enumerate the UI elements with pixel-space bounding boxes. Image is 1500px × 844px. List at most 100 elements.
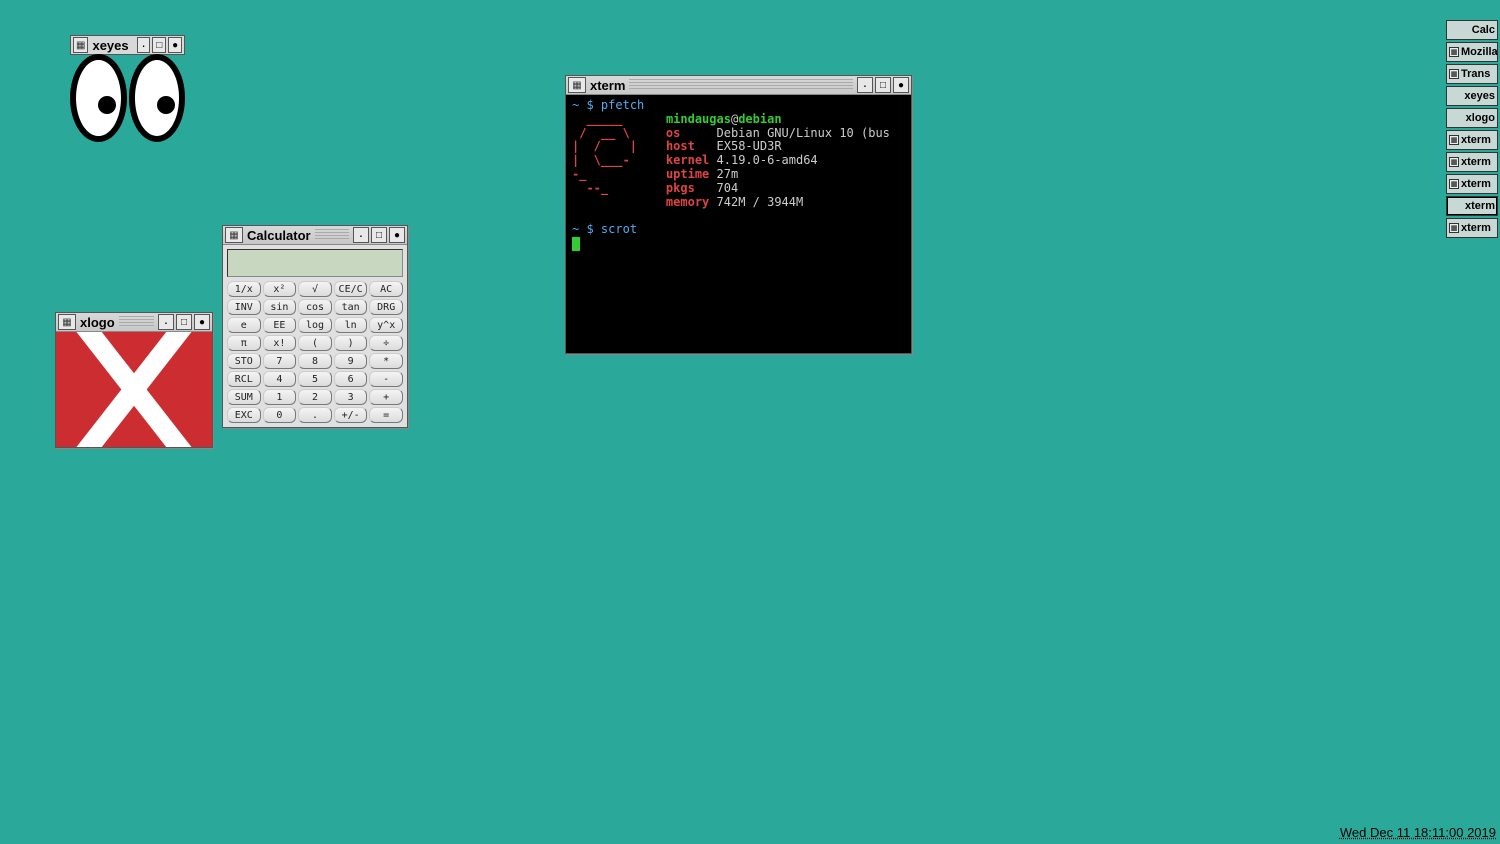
task-item[interactable]: xterm: [1446, 130, 1498, 150]
calc-button[interactable]: RCL: [227, 371, 261, 387]
calc-button[interactable]: x!: [263, 335, 297, 351]
calc-button[interactable]: EE: [263, 317, 297, 333]
titlebar-xterm[interactable]: xterm: [566, 76, 911, 95]
calc-button[interactable]: cos: [298, 299, 332, 315]
x-logo-icon: [56, 332, 212, 447]
task-label: xterm: [1449, 200, 1495, 212]
close-button[interactable]: [389, 227, 405, 243]
calc-button[interactable]: 3: [334, 389, 368, 405]
task-item[interactable]: xterm: [1446, 174, 1498, 194]
calc-button[interactable]: 6: [334, 371, 368, 387]
calc-button[interactable]: AC: [369, 281, 403, 297]
calc-button[interactable]: π: [227, 335, 261, 351]
calc-button[interactable]: 2: [298, 389, 332, 405]
calc-button[interactable]: log: [298, 317, 332, 333]
titlebar-xlogo[interactable]: xlogo: [56, 313, 212, 332]
calc-button[interactable]: 5: [298, 371, 332, 387]
window-xterm[interactable]: xterm ~ $ pfetch _____ mindaugas@debian …: [565, 75, 912, 354]
window-calculator[interactable]: Calculator 1/xx²√CE/CACINVsincostanDRGeE…: [222, 225, 408, 428]
calc-button[interactable]: e: [227, 317, 261, 333]
calc-button[interactable]: -: [369, 371, 403, 387]
maximize-button[interactable]: [875, 77, 891, 93]
calc-button[interactable]: tan: [334, 299, 368, 315]
task-icon: [1449, 157, 1459, 167]
task-icon: [1449, 179, 1459, 189]
minimize-button[interactable]: [158, 314, 174, 330]
calc-button[interactable]: 8: [298, 353, 332, 369]
calc-button[interactable]: =: [369, 407, 403, 423]
task-item[interactable]: Trans: [1446, 64, 1498, 84]
task-item[interactable]: xterm: [1446, 152, 1498, 172]
calc-button[interactable]: 9: [334, 353, 368, 369]
task-label: xterm: [1461, 222, 1495, 234]
calc-button[interactable]: CE/C: [334, 281, 368, 297]
pfetch-pkgs: 704: [717, 181, 739, 195]
calc-button[interactable]: (: [298, 335, 332, 351]
calc-button[interactable]: 0: [263, 407, 297, 423]
calc-button[interactable]: +/-: [334, 407, 368, 423]
pfetch-uptime-label: uptime: [666, 167, 709, 181]
task-item[interactable]: xlogo: [1446, 108, 1498, 128]
close-button[interactable]: [893, 77, 909, 93]
window-xlogo[interactable]: xlogo: [55, 312, 213, 448]
task-item[interactable]: Mozilla: [1446, 42, 1498, 62]
titlebar-xeyes[interactable]: xeyes: [70, 35, 185, 55]
calc-button[interactable]: x²: [263, 281, 297, 297]
calc-button[interactable]: ln: [334, 317, 368, 333]
calculator-body: 1/xx²√CE/CAC INVsincostanDRG eEEloglny^x πx…: [223, 245, 407, 427]
calc-button[interactable]: ): [334, 335, 368, 351]
cmd-pfetch: pfetch: [601, 98, 644, 112]
minimize-button[interactable]: [353, 227, 369, 243]
pfetch-memory: 742M / 3944M: [717, 195, 804, 209]
sysmenu-icon[interactable]: [73, 37, 88, 53]
calc-button[interactable]: SUM: [227, 389, 261, 405]
minimize-button[interactable]: [857, 77, 873, 93]
sysmenu-icon[interactable]: [225, 227, 243, 243]
task-item[interactable]: xterm: [1446, 218, 1498, 238]
minimize-button[interactable]: [137, 37, 151, 53]
task-item[interactable]: xterm: [1446, 196, 1498, 216]
pfetch-kernel: 4.19.0-6-amd64: [717, 153, 818, 167]
pfetch-host-label: host: [666, 139, 695, 153]
task-item[interactable]: Calc: [1446, 20, 1498, 40]
pfetch-os: Debian GNU/Linux 10 (bus: [717, 126, 890, 140]
calc-button[interactable]: .: [298, 407, 332, 423]
titlebar-stripes: [119, 316, 154, 328]
maximize-button[interactable]: [371, 227, 387, 243]
sysmenu-icon[interactable]: [58, 314, 76, 330]
cmd-scrot: scrot: [601, 222, 637, 236]
xeyes-body: [70, 55, 185, 140]
prompt-marker: ~ $: [572, 222, 594, 236]
calc-button[interactable]: DRG: [369, 299, 403, 315]
calc-button[interactable]: +: [369, 389, 403, 405]
terminal-body[interactable]: ~ $ pfetch _____ mindaugas@debian / __ \…: [566, 95, 911, 353]
calc-button[interactable]: 1/x: [227, 281, 261, 297]
task-icon: [1449, 69, 1459, 79]
calc-button[interactable]: STO: [227, 353, 261, 369]
calc-button[interactable]: INV: [227, 299, 261, 315]
close-button[interactable]: [194, 314, 210, 330]
calc-button[interactable]: sin: [263, 299, 297, 315]
calc-button[interactable]: *: [369, 353, 403, 369]
sysmenu-icon[interactable]: [568, 77, 586, 93]
task-label: xeyes: [1449, 90, 1495, 102]
titlebar-calculator[interactable]: Calculator: [223, 226, 407, 245]
task-icon: [1449, 47, 1459, 57]
calc-button[interactable]: EXC: [227, 407, 261, 423]
calc-button[interactable]: 1: [263, 389, 297, 405]
calc-button[interactable]: √: [298, 281, 332, 297]
calc-button[interactable]: y^x: [369, 317, 403, 333]
task-item[interactable]: xeyes: [1446, 86, 1498, 106]
calc-button[interactable]: 7: [263, 353, 297, 369]
task-label: Trans: [1461, 68, 1495, 80]
window-xeyes[interactable]: xeyes: [70, 35, 185, 140]
calc-button[interactable]: 4: [263, 371, 297, 387]
calc-button[interactable]: ÷: [369, 335, 403, 351]
title-xlogo: xlogo: [80, 315, 115, 330]
maximize-button[interactable]: [152, 37, 166, 53]
pfetch-kernel-label: kernel: [666, 153, 709, 167]
close-button[interactable]: [168, 37, 182, 53]
maximize-button[interactable]: [176, 314, 192, 330]
task-icon: [1449, 223, 1459, 233]
clock: Wed Dec 11 18:11:00 2019: [1340, 825, 1496, 840]
